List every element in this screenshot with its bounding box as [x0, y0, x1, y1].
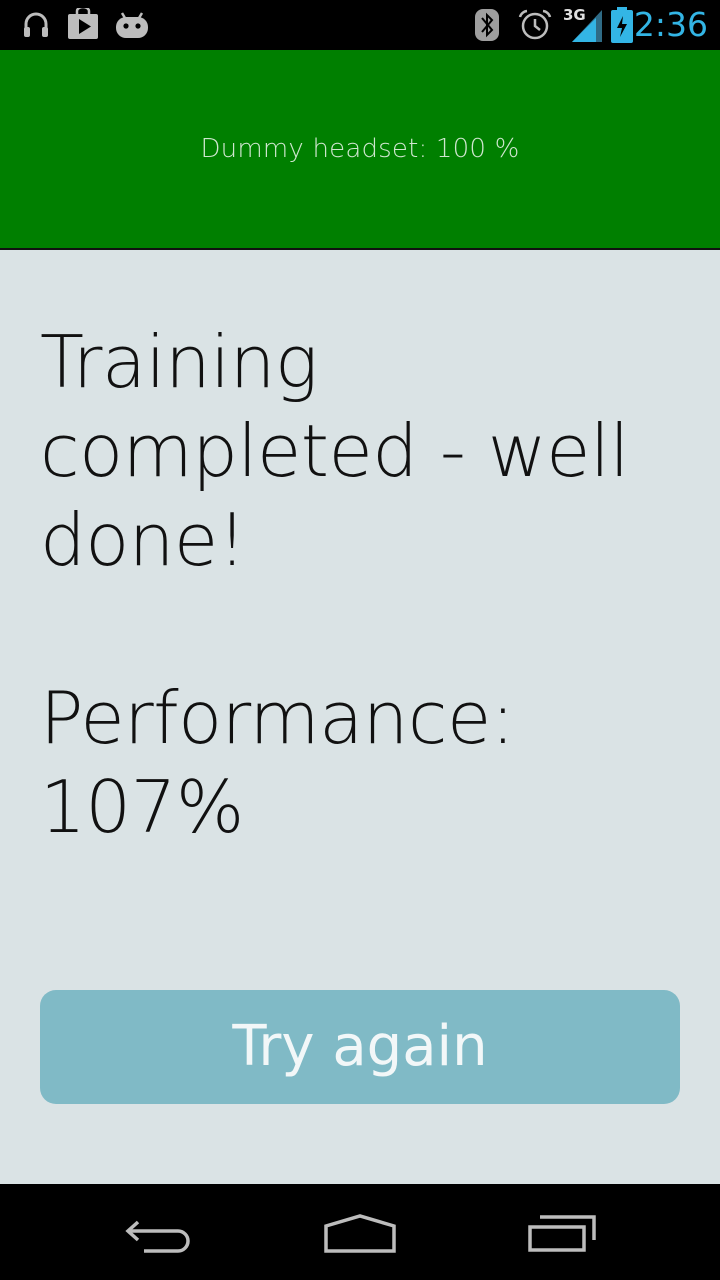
completion-title-line-1: Training	[40, 320, 318, 404]
completion-title-line-3: done!	[40, 498, 247, 582]
performance-label: Performance:	[40, 676, 515, 760]
recent-apps-icon	[528, 1215, 596, 1252]
play-store-icon	[68, 8, 98, 39]
back-icon	[125, 1220, 190, 1253]
back-button[interactable]	[90, 1184, 230, 1280]
performance-value: 107%	[40, 765, 244, 849]
alarm-icon	[518, 9, 552, 40]
home-icon	[324, 1214, 396, 1253]
completion-title-line-2: completed - well	[40, 409, 629, 493]
navigation-bar	[0, 1184, 720, 1280]
result-content: Training completed - well done! Performa…	[40, 318, 690, 852]
network-type-label: 3G	[563, 6, 586, 24]
try-again-button[interactable]: Try again	[40, 990, 680, 1104]
status-bar: 3G 2:36	[0, 0, 720, 50]
status-time: 2:36	[633, 5, 708, 44]
android-icon	[116, 12, 148, 38]
recent-apps-button[interactable]	[492, 1184, 632, 1280]
performance-block: Performance: 107%	[40, 674, 690, 852]
battery-charging-icon	[611, 7, 633, 43]
bluetooth-icon	[475, 9, 499, 41]
headset-status-text: Dummy headset: 100 %	[200, 134, 520, 164]
headphones-icon	[24, 12, 48, 37]
headset-status-header: Dummy headset: 100 %	[0, 50, 720, 250]
home-button[interactable]	[290, 1184, 430, 1280]
